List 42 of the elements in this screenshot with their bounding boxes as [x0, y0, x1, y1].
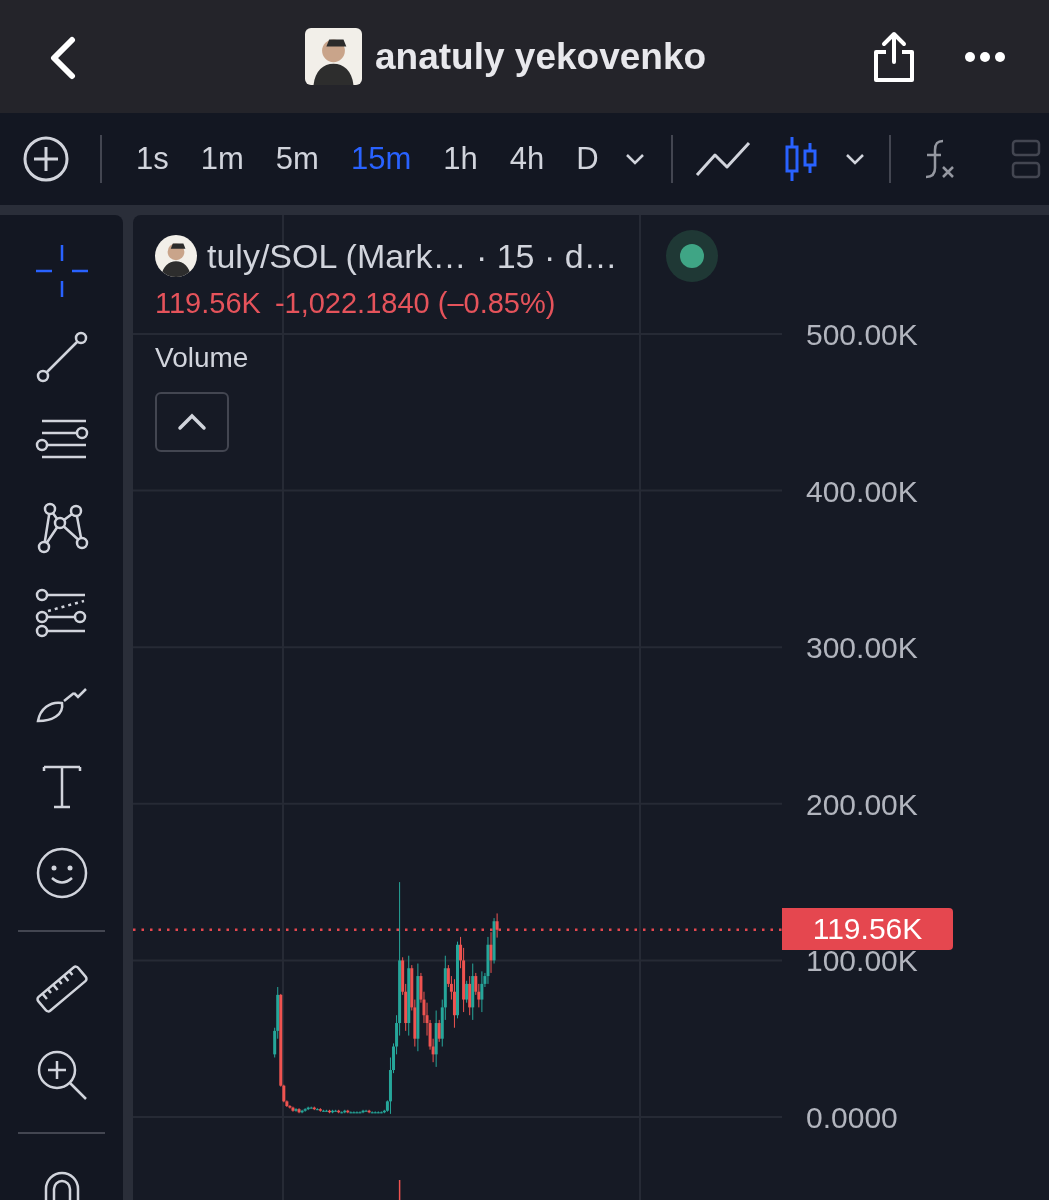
price-axis-label: 200.00K [806, 787, 918, 821]
candlestick [452, 978, 456, 1029]
price-axis-label: 0.0000 [806, 1101, 898, 1134]
interval-tab[interactable]: 1h [427, 129, 494, 189]
interval-tab[interactable]: 15m [334, 129, 428, 189]
chevron-up-icon [177, 413, 207, 431]
caret-icon [844, 153, 865, 165]
price-axis-label: 300.00K [806, 631, 918, 665]
interval-tab[interactable]: 1m [184, 129, 260, 189]
line-chart-icon [694, 139, 751, 179]
candlestick [495, 912, 499, 939]
candlestick [355, 1110, 359, 1114]
candlestick [358, 1110, 362, 1114]
candlestick [288, 1104, 292, 1110]
candlestick [489, 931, 493, 974]
last-price-badge: 119.56K [782, 907, 953, 950]
collapse-button[interactable] [155, 392, 229, 452]
crosshair-icon [33, 243, 90, 299]
profile-name: anatuly yekovenko [375, 35, 707, 78]
indicator-label: Volume [155, 342, 250, 374]
more-button[interactable] [964, 50, 1006, 64]
share-icon [872, 30, 916, 84]
candlestick [352, 1110, 356, 1114]
price-axis-label: 400.00K [806, 474, 918, 508]
candlestick [468, 975, 472, 1016]
plus-icon [22, 135, 70, 183]
price-axis-label: 500.00K [806, 318, 918, 351]
price-change: -1,022.1840 (–0.85%) [274, 287, 556, 320]
caret-icon [624, 153, 645, 165]
interval-tab[interactable]: D [560, 129, 615, 189]
share-button[interactable] [872, 30, 916, 84]
avatar [305, 28, 362, 85]
candlestick [437, 1019, 441, 1043]
interval-tab[interactable]: 5m [259, 129, 335, 189]
symbol-title: tuly/SOL (Mark… · 15 · d… [207, 236, 618, 276]
last-price: 119.56K [155, 287, 261, 320]
symbol-avatar [155, 235, 197, 277]
more-icon [964, 50, 1006, 64]
candlestick [364, 1109, 368, 1113]
candlestick [465, 980, 469, 1004]
interval-tab[interactable]: 4h [493, 129, 561, 189]
interval-tab[interactable]: 1s [120, 129, 185, 189]
